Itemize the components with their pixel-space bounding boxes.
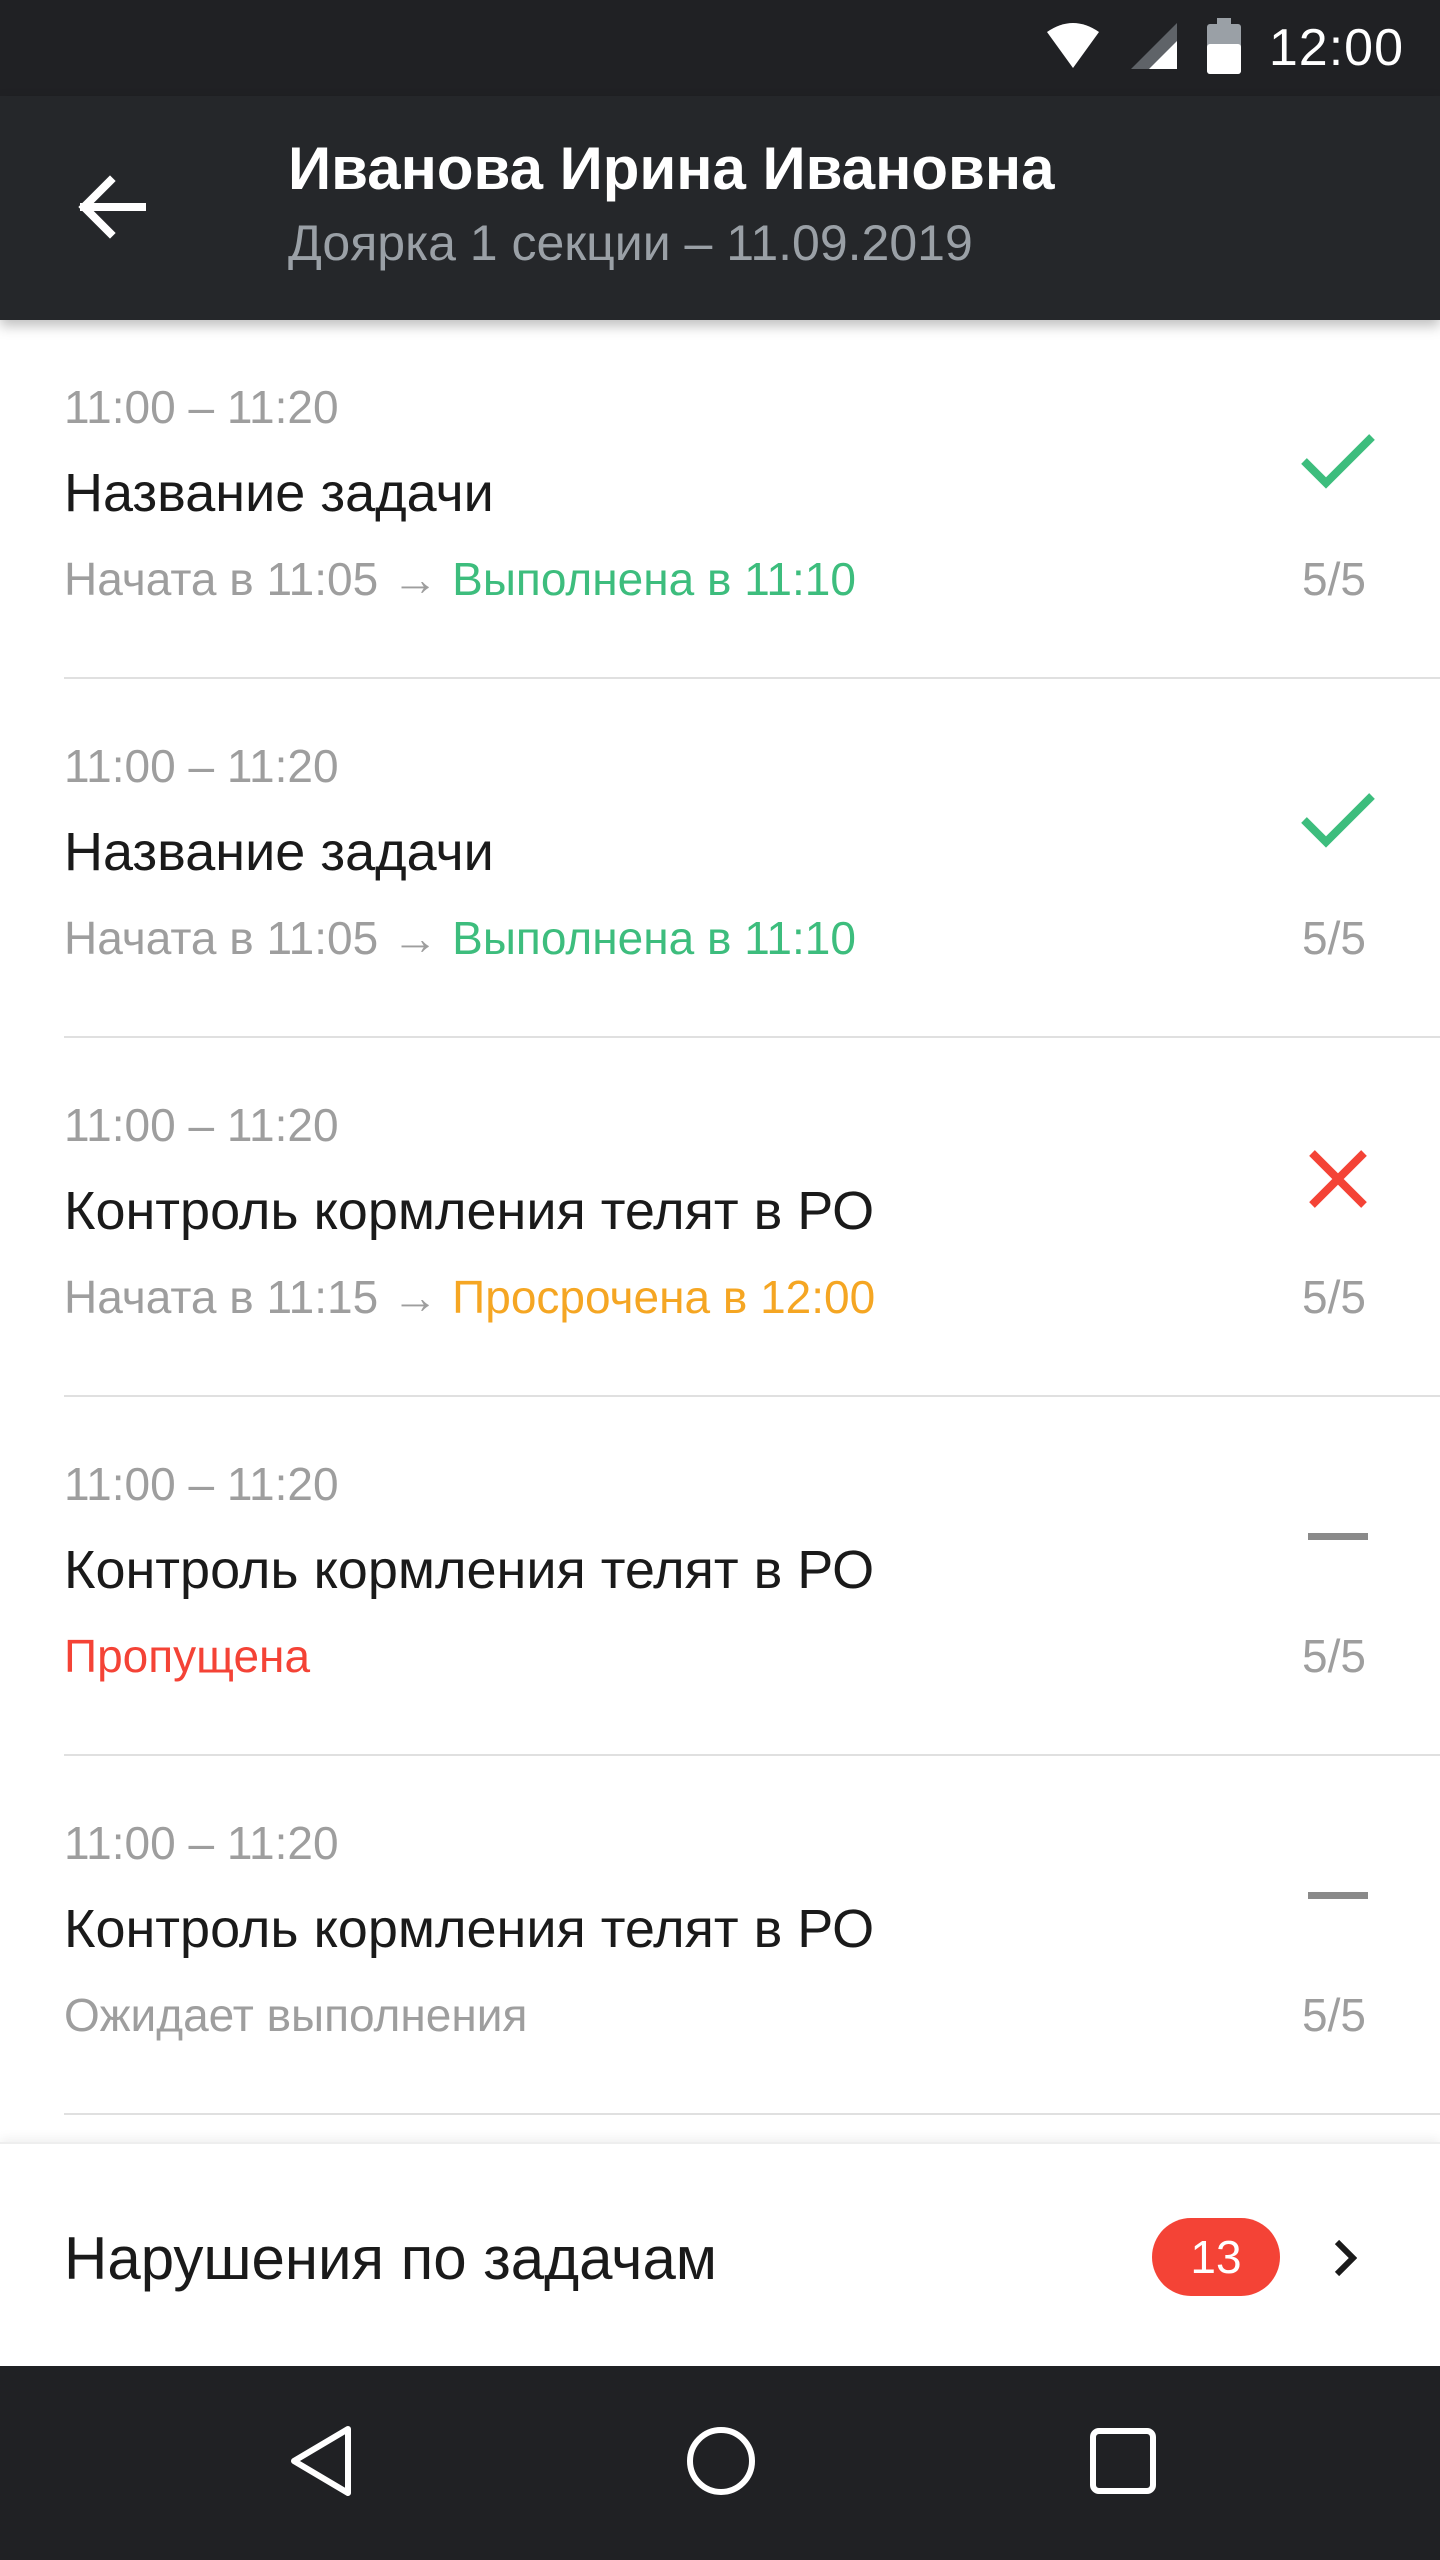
task-arrow: → <box>392 1271 439 1323</box>
task-item[interactable]: 11:00 – 11:20 Название задачи Начата в 1… <box>64 320 1440 679</box>
check-icon <box>1288 416 1388 506</box>
battery-icon <box>1206 17 1241 79</box>
task-item[interactable]: 11:00 – 11:20 Контроль кормления телят в… <box>64 1756 1440 2115</box>
task-list: 11:00 – 11:20 Название задачи Начата в 1… <box>0 320 1440 2115</box>
app-bar: Иванова Ирина Ивановна Доярка 1 секции –… <box>0 96 1440 320</box>
chevron-right-icon <box>1320 2228 1370 2288</box>
nav-recents-icon <box>1089 2427 1157 2500</box>
task-status: Начата в 11:15 → Просрочена в 12:00 <box>64 1270 875 1324</box>
check-icon <box>1288 775 1388 865</box>
nav-back-icon <box>286 2423 356 2504</box>
task-count: 5/5 <box>1302 553 1366 605</box>
task-arrow: → <box>392 553 439 605</box>
task-started: Начата в 11:05 <box>64 912 379 964</box>
task-status: Начата в 11:05 → Выполнена в 11:10 <box>64 552 856 606</box>
arrow-back-icon <box>78 174 146 244</box>
dash-icon <box>1288 1493 1388 1583</box>
task-item[interactable]: 11:00 – 11:20 Контроль кормления телят в… <box>64 1038 1440 1397</box>
task-time-range: 11:00 – 11:20 <box>64 1099 339 1151</box>
task-status: Ожидает выполнения <box>64 1989 528 2041</box>
dash-icon <box>1288 1852 1388 1942</box>
task-result: Просрочена в 12:00 <box>452 1271 876 1323</box>
task-count: 5/5 <box>1302 1271 1366 1323</box>
status-bar: 12:00 <box>0 0 1440 96</box>
task-started: Начата в 11:15 <box>64 1271 379 1323</box>
task-status: Начата в 11:05 → Выполнена в 11:10 <box>64 911 856 965</box>
task-time-range: 11:00 – 11:20 <box>64 381 339 433</box>
violations-label: Нарушения по задачам <box>64 2225 718 2292</box>
wifi-icon <box>1045 22 1101 75</box>
task-status: Пропущена <box>64 1630 311 1682</box>
task-result: Выполнена в 11:10 <box>452 912 856 964</box>
task-time-range: 11:00 – 11:20 <box>64 1458 339 1510</box>
nav-recents-button[interactable] <box>1068 2408 1178 2518</box>
signal-icon <box>1129 21 1179 76</box>
violations-row[interactable]: Нарушения по задачам 13 <box>0 2142 1440 2368</box>
task-arrow: → <box>392 912 439 964</box>
task-item[interactable]: 11:00 – 11:20 Название задачи Начата в 1… <box>64 679 1440 1038</box>
task-name: Контроль кормления телят в РО <box>64 1899 875 1959</box>
task-time-range: 11:00 – 11:20 <box>64 1817 339 1869</box>
task-count: 5/5 <box>1302 1989 1366 2041</box>
page-subtitle: Доярка 1 секции – 11.09.2019 <box>288 215 973 271</box>
clock-time: 12:00 <box>1268 19 1404 77</box>
task-result: Выполнена в 11:10 <box>452 553 856 605</box>
task-name: Контроль кормления телят в РО <box>64 1540 875 1600</box>
cross-icon <box>1288 1134 1388 1224</box>
task-started: Начата в 11:05 <box>64 553 379 605</box>
page-title: Иванова Ирина Ивановна <box>288 135 1055 202</box>
task-name: Название задачи <box>64 822 494 882</box>
task-count: 5/5 <box>1302 912 1366 964</box>
nav-home-icon <box>685 2425 757 2502</box>
task-time-range: 11:00 – 11:20 <box>64 740 339 792</box>
back-button[interactable] <box>48 154 176 264</box>
system-nav-bar <box>0 2366 1440 2560</box>
task-item[interactable]: 11:00 – 11:20 Контроль кормления телят в… <box>64 1397 1440 1756</box>
violations-count-badge: 13 <box>1152 2218 1280 2296</box>
task-count: 5/5 <box>1302 1630 1366 1682</box>
task-name: Название задачи <box>64 463 494 523</box>
task-name: Контроль кормления телят в РО <box>64 1181 875 1241</box>
nav-home-button[interactable] <box>666 2408 776 2518</box>
nav-back-button[interactable] <box>266 2408 376 2518</box>
